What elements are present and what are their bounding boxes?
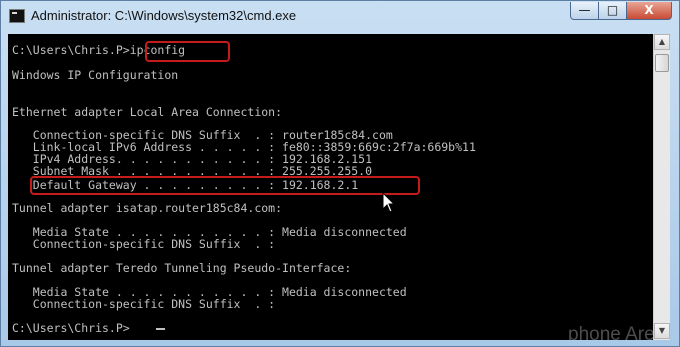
console-line: Tunnel adapter isatap.router185c84.com:: [12, 201, 283, 215]
cmd-window: Administrator: C:\Windows\system32\cmd.e…: [0, 0, 680, 347]
console-line: Connection-specific DNS Suffix . :: [12, 297, 276, 311]
console-line: C:\Users\Chris.P>: [12, 321, 130, 335]
title-bar[interactable]: Administrator: C:\Windows\system32\cmd.e…: [1, 1, 679, 31]
minimize-button[interactable]: —: [570, 2, 599, 20]
watermark: phone Arena: [568, 324, 653, 340]
mouse-pointer-icon: [382, 192, 396, 213]
console-output[interactable]: C:\Users\Chris.P>ipconfig Windows IP Con…: [8, 34, 653, 340]
vertical-scrollbar[interactable]: ▲ ▼: [653, 34, 670, 340]
close-button[interactable]: X: [626, 2, 672, 20]
scroll-down-button[interactable]: ▼: [654, 323, 670, 339]
text-cursor: [156, 328, 165, 330]
ipconfig-highlight: [145, 41, 230, 62]
console-line: Windows IP Configuration: [12, 68, 179, 82]
maximize-button[interactable]: □: [598, 2, 627, 20]
window-title: Administrator: C:\Windows\system32\cmd.e…: [31, 8, 297, 23]
console-line: Tunnel adapter Teredo Tunneling Pseudo-I…: [12, 261, 352, 275]
scroll-up-button[interactable]: ▲: [654, 34, 670, 50]
default-gateway-highlight: [30, 176, 420, 195]
console-line: Ethernet adapter Local Area Connection:: [12, 105, 283, 119]
console-line: Connection-specific DNS Suffix . :: [12, 237, 276, 251]
scroll-thumb[interactable]: [655, 54, 669, 72]
cmd-app-icon[interactable]: [9, 9, 25, 23]
